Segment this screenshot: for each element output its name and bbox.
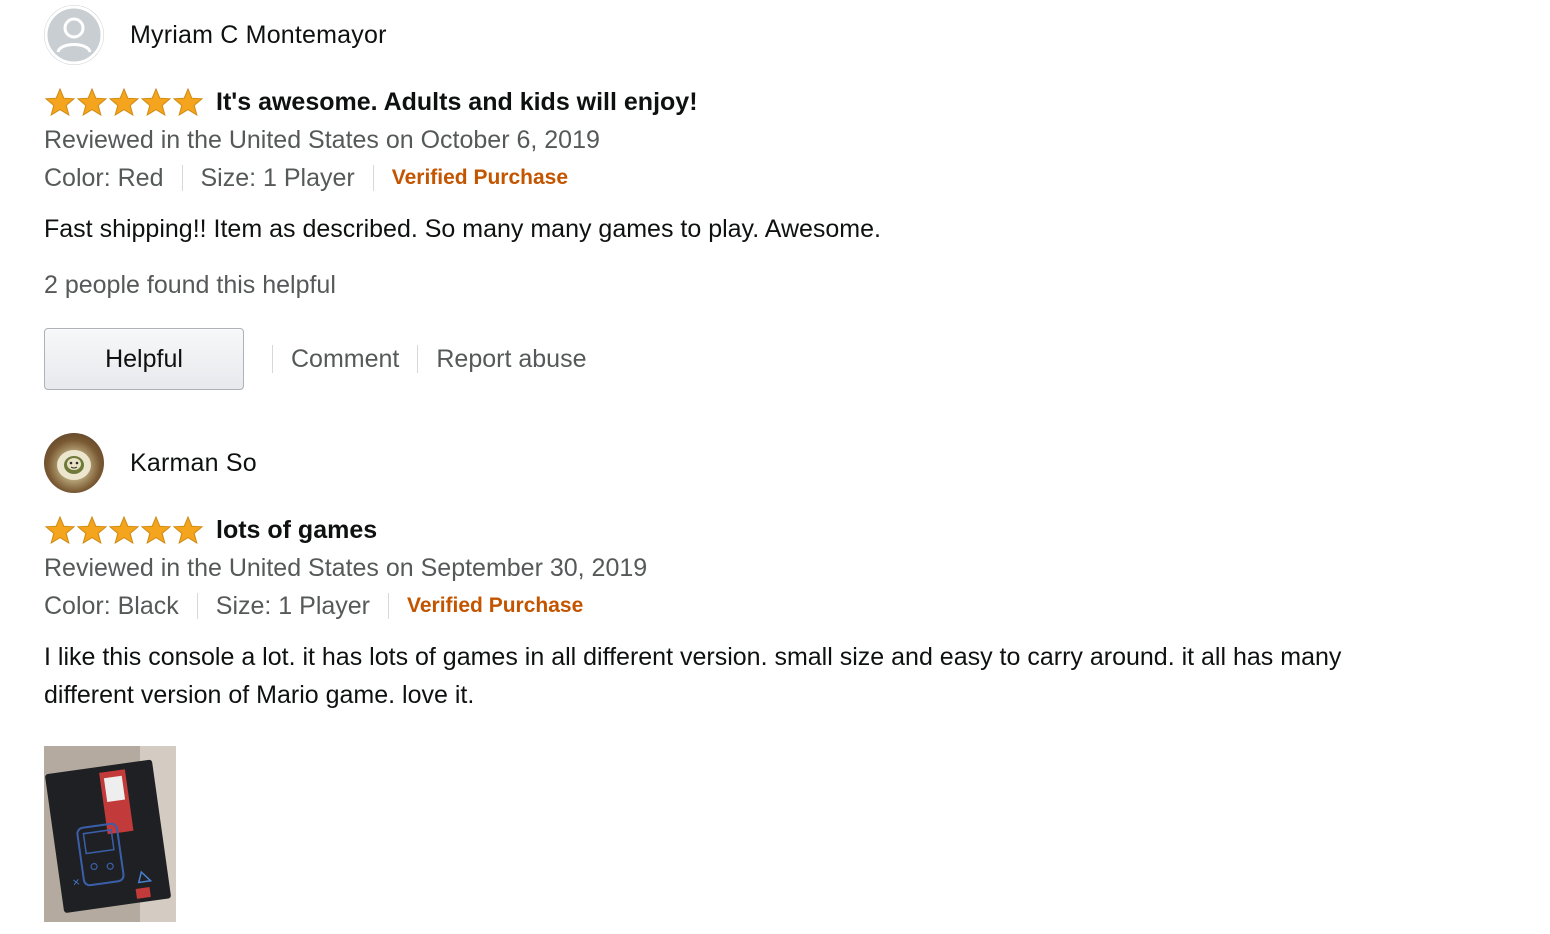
svg-text:×: × [71, 877, 81, 889]
reviewer-name[interactable]: Myriam C Montemayor [130, 21, 387, 50]
reviewer-name[interactable]: Karman So [130, 449, 257, 478]
star-icon [140, 516, 172, 544]
variant-size[interactable]: Size: 1 Player [201, 164, 355, 193]
default-avatar-icon[interactable] [44, 5, 104, 65]
star-icon [140, 88, 172, 116]
review-title-row: It's awesome. Adults and kids will enjoy… [44, 85, 1384, 119]
review-date: Reviewed in the United States on October… [44, 126, 600, 154]
star-icon [44, 88, 76, 116]
star-rating[interactable] [44, 88, 204, 116]
star-icon [44, 516, 76, 544]
review-card: Myriam C Montemayor It's awesome. Adults… [44, 4, 1384, 390]
comment-link[interactable]: Comment [273, 345, 417, 374]
verified-purchase-badge[interactable]: Verified Purchase [392, 166, 568, 190]
product-variant-row: Color: Red Size: 1 Player Verified Purch… [44, 161, 1384, 195]
star-icon [172, 88, 204, 116]
divider [388, 593, 390, 619]
star-icon [172, 516, 204, 544]
reviewer-profile[interactable]: Karman So [44, 432, 1384, 494]
review-title[interactable]: lots of games [216, 516, 377, 545]
review-title[interactable]: It's awesome. Adults and kids will enjoy… [216, 88, 698, 117]
variant-color[interactable]: Color: Red [44, 164, 164, 193]
star-icon [108, 88, 140, 116]
reviews-page: Myriam C Montemayor It's awesome. Adults… [0, 0, 1550, 934]
star-icon [76, 88, 108, 116]
review-photo-console-box[interactable]: × [44, 746, 176, 922]
divider [196, 593, 198, 619]
review-body: I like this console a lot. it has lots o… [44, 643, 1342, 709]
variant-size[interactable]: Size: 1 Player [216, 592, 370, 621]
helpful-button[interactable]: Helpful [44, 328, 244, 390]
product-variant-row: Color: Black Size: 1 Player Verified Pur… [44, 589, 1384, 623]
verified-purchase-badge[interactable]: Verified Purchase [407, 594, 583, 618]
divider [372, 165, 374, 191]
review-date: Reviewed in the United States on Septemb… [44, 554, 648, 582]
review-body: Fast shipping!! Item as described. So ma… [44, 215, 881, 243]
review-actions: Helpful Comment Report abuse [44, 328, 1384, 390]
profile-photo[interactable] [44, 433, 104, 493]
reviewer-profile[interactable]: Myriam C Montemayor [44, 4, 1384, 66]
divider [181, 165, 183, 191]
star-icon [76, 516, 108, 544]
variant-color[interactable]: Color: Black [44, 592, 179, 621]
helpful-count: 2 people found this helpful [44, 271, 336, 299]
star-icon [108, 516, 140, 544]
star-rating[interactable] [44, 516, 204, 544]
review-card: Karman So lots of games Reviewed in the … [44, 432, 1384, 922]
review-title-row: lots of games [44, 513, 1384, 547]
report-abuse-link[interactable]: Report abuse [418, 345, 604, 374]
